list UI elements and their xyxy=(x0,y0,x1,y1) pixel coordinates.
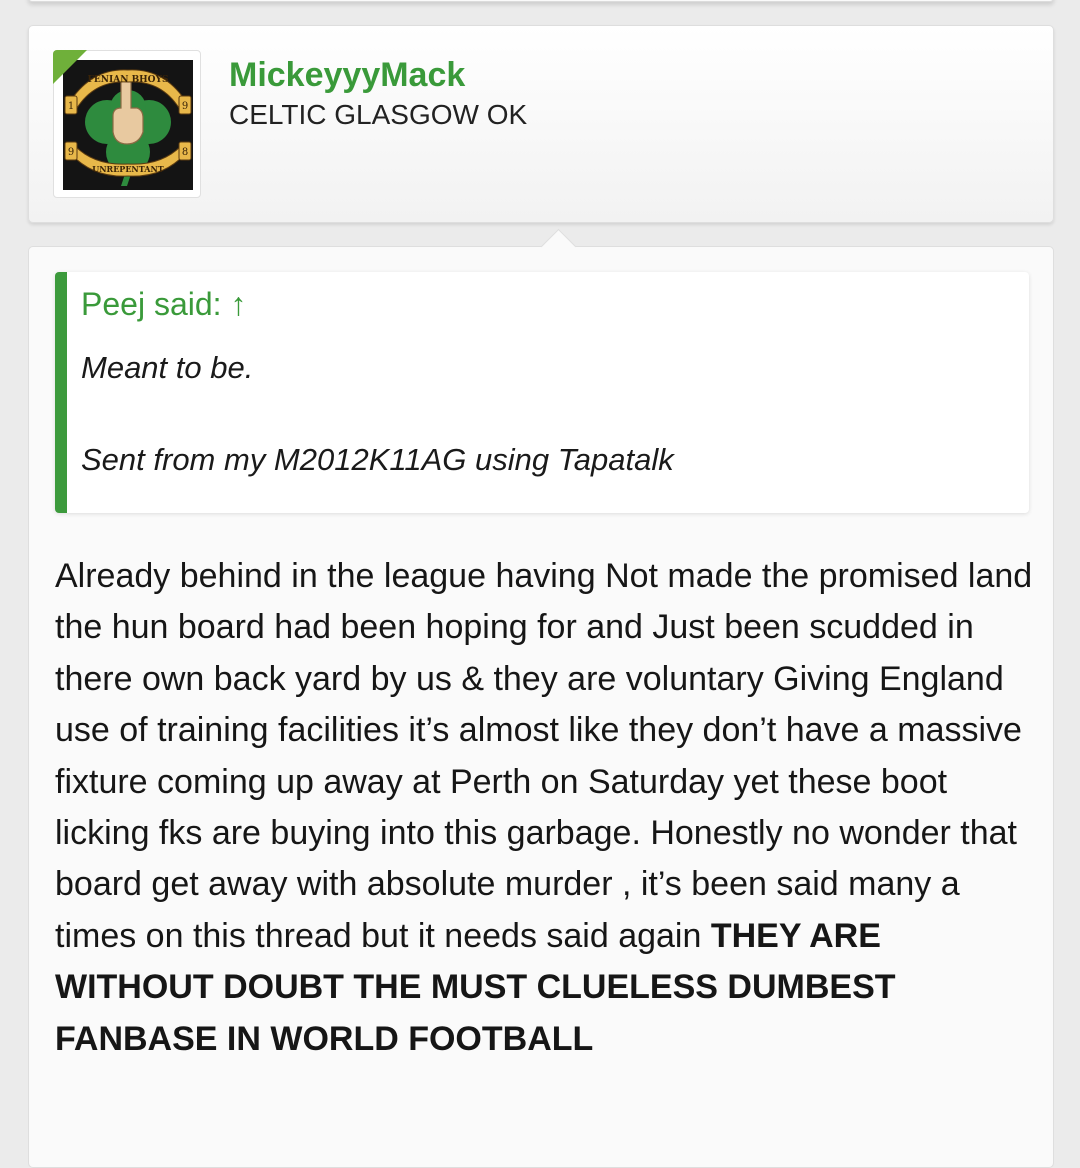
svg-text:1: 1 xyxy=(68,101,74,112)
quote-signature-line: Sent from my M2012K11AG using Tapatalk xyxy=(81,442,674,477)
user-title: CELTIC GLASGOW OK xyxy=(229,99,528,130)
quote-block: Peej said: ↑ Meant to be. Sent from my M… xyxy=(55,272,1029,513)
online-status-indicator xyxy=(53,50,87,84)
svg-text:9: 9 xyxy=(182,101,188,112)
svg-text:9: 9 xyxy=(68,147,74,158)
post-message-text: Already behind in the league having Not … xyxy=(55,557,1033,955)
svg-text:UNREPENTANT: UNREPENTANT xyxy=(92,164,163,174)
quote-author-link[interactable]: Peej said: ↑ xyxy=(81,286,246,323)
user-card: 1 9 9 8 FENIAN BHOYS UNREPENTANT Mickeyy… xyxy=(28,25,1054,223)
svg-text:8: 8 xyxy=(182,147,188,158)
post-message: Already behind in the league having Not … xyxy=(55,551,1035,1065)
svg-text:FENIAN BHOYS: FENIAN BHOYS xyxy=(88,75,169,85)
post-pointer-arrow xyxy=(540,228,577,265)
post-body: Peej said: ↑ Meant to be. Sent from my M… xyxy=(28,228,1054,1168)
previous-post-edge xyxy=(28,0,1054,2)
username-link[interactable]: MickeyyyMack xyxy=(229,56,465,95)
avatar[interactable]: 1 9 9 8 FENIAN BHOYS UNREPENTANT xyxy=(53,50,201,198)
quote-text-line: Meant to be. xyxy=(81,350,254,385)
